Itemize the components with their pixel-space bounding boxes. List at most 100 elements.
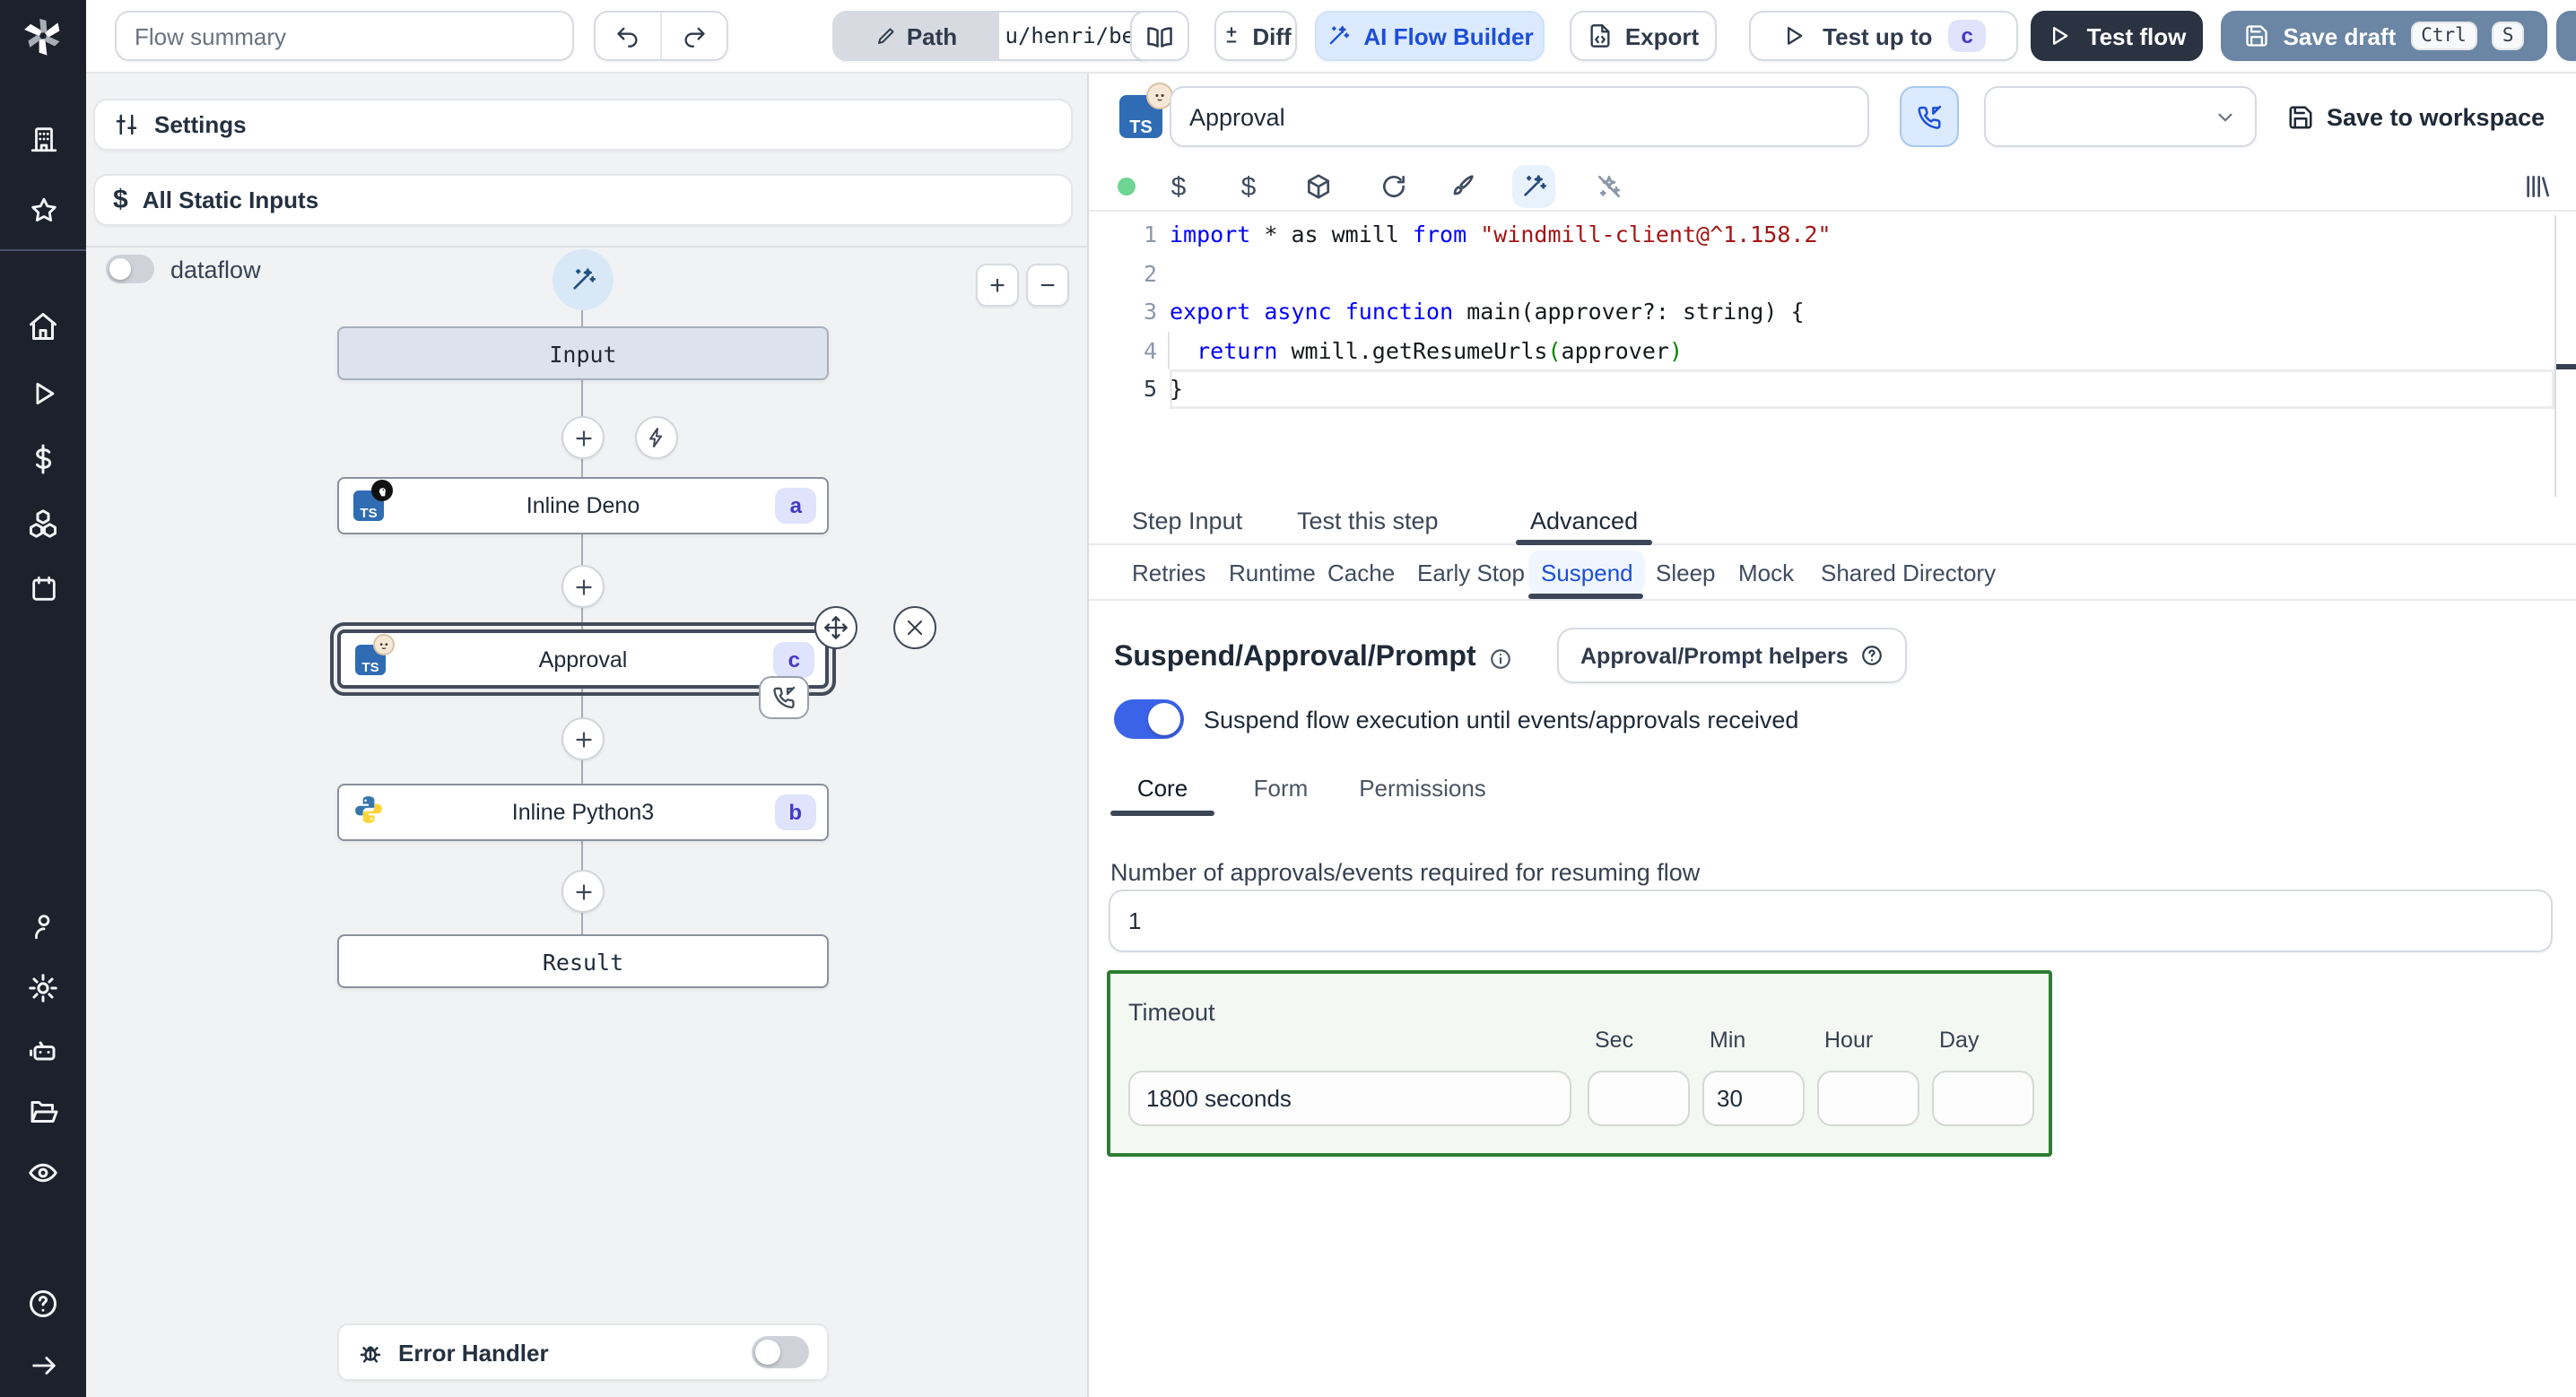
insert-step-button[interactable] xyxy=(561,565,605,608)
play-icon xyxy=(1788,27,1803,45)
flow-settings-row[interactable]: Settings xyxy=(93,99,1073,151)
tab-form[interactable]: Form xyxy=(1236,764,1326,811)
timeout-hour-input[interactable] xyxy=(1817,1071,1919,1126)
tab-core-active[interactable]: Core xyxy=(1110,764,1214,811)
ai-flow-builder-button[interactable]: AI Flow Builder xyxy=(1315,11,1545,61)
insert-step-button[interactable] xyxy=(561,870,605,913)
tab-sleep[interactable]: Sleep xyxy=(1643,551,1728,594)
schedules-calendar-icon[interactable] xyxy=(0,561,86,615)
tab-early-stop[interactable]: Early Stop xyxy=(1405,551,1537,594)
timeout-sec-input[interactable] xyxy=(1588,1071,1690,1126)
tab-runtime[interactable]: Runtime xyxy=(1216,551,1328,594)
flow-node-input[interactable]: Input xyxy=(337,326,829,380)
info-icon[interactable] xyxy=(1489,646,1512,670)
approval-prompt-helpers-button[interactable]: Approval/Prompt helpers xyxy=(1557,628,1908,683)
tab-cache[interactable]: Cache xyxy=(1315,551,1407,594)
users-icon[interactable] xyxy=(0,898,86,952)
windmill-logo-icon[interactable] xyxy=(0,7,86,65)
tab-advanced-active[interactable]: Advanced xyxy=(1530,497,1638,543)
zoom-in-button[interactable]: + xyxy=(976,264,1019,307)
workspace-icon[interactable] xyxy=(0,111,86,165)
suspend-phone-button[interactable] xyxy=(1900,86,1959,147)
path-edit-segment[interactable]: Path xyxy=(834,13,999,59)
resources-cubes-icon[interactable] xyxy=(0,497,86,551)
ai-assist-button[interactable] xyxy=(1512,165,1555,208)
tab-mock[interactable]: Mock xyxy=(1726,551,1806,594)
tab-test-this-step[interactable]: Test this step xyxy=(1297,497,1439,543)
code-token: main(approver?: string) { xyxy=(1453,298,1805,325)
format-button[interactable] xyxy=(1440,165,1484,208)
runs-play-icon[interactable] xyxy=(0,366,86,420)
audit-eye-icon[interactable] xyxy=(0,1146,86,1200)
reload-button[interactable] xyxy=(1372,165,1415,208)
toolbar-border xyxy=(1089,210,2576,212)
folders-icon[interactable] xyxy=(0,1085,86,1139)
test-up-to-label: Test up to xyxy=(1823,22,1933,49)
redo-button[interactable] xyxy=(662,13,727,59)
flow-node-step-a[interactable]: TS Inline Deno a xyxy=(337,477,829,534)
tab-shared-directory[interactable]: Shared Directory xyxy=(1808,551,2008,594)
error-handler-row[interactable]: Error Handler xyxy=(337,1323,829,1381)
dataflow-toggle[interactable] xyxy=(106,255,154,283)
path-control[interactable]: Path u/henri/bes xyxy=(832,11,1155,61)
tab-label: Form xyxy=(1253,774,1309,801)
flow-node-result[interactable]: Result xyxy=(337,934,829,988)
ai-gen-off-button[interactable] xyxy=(1588,165,1631,208)
diff-button[interactable]: Diff xyxy=(1214,11,1297,61)
test-flow-button[interactable]: Test flow xyxy=(2031,11,2203,61)
resource-picker-button[interactable]: $ xyxy=(1227,165,1270,208)
timeout-total-input[interactable] xyxy=(1128,1071,1571,1126)
code-line[interactable] xyxy=(1170,254,2554,292)
timeout-min-input[interactable] xyxy=(1702,1071,1805,1126)
zoom-out-button[interactable]: − xyxy=(1026,264,1069,307)
test-up-to-button[interactable]: Test up to c xyxy=(1749,11,2018,61)
help-icon[interactable] xyxy=(0,1277,86,1331)
tab-suspend-active[interactable]: Suspend xyxy=(1528,551,1646,594)
export-button[interactable]: Export xyxy=(1570,11,1717,61)
workers-robot-icon[interactable] xyxy=(0,1024,86,1078)
code-editor[interactable]: 1 2 3 4 5 import * as wmill from "windmill-c… xyxy=(1089,215,2556,497)
code-line[interactable]: return wmill.getResumeUrls(approver) xyxy=(1168,331,2554,369)
flow-node-step-c-selected[interactable]: TS Approval c xyxy=(330,622,836,696)
step-name-input[interactable] xyxy=(1170,86,1869,147)
save-draft-button[interactable]: Save draft Ctrl S xyxy=(2221,11,2547,61)
tab-retries[interactable]: Retries xyxy=(1119,551,1218,594)
variable-picker-button[interactable]: $ xyxy=(1157,165,1200,208)
flow-summary-input[interactable] xyxy=(115,11,574,61)
tab-step-input[interactable]: Step Input xyxy=(1132,497,1242,543)
flow-node-step-b[interactable]: Inline Python3 b xyxy=(337,784,829,841)
suspend-enable-toggle[interactable] xyxy=(1114,699,1184,739)
insert-step-button[interactable] xyxy=(561,717,605,760)
save-to-workspace-button[interactable]: Save to workspace xyxy=(2287,86,2545,147)
error-handler-toggle[interactable] xyxy=(752,1336,809,1368)
code-token: import xyxy=(1170,221,1251,247)
insert-step-button[interactable] xyxy=(561,416,605,459)
code-line[interactable]: import * as wmill from "windmill-client@… xyxy=(1170,215,2554,254)
variables-dollar-icon[interactable] xyxy=(0,432,86,486)
code-line[interactable]: } xyxy=(1170,369,2554,408)
docs-book-button[interactable] xyxy=(1130,11,1189,61)
trigger-bolt-button[interactable] xyxy=(635,416,678,459)
package-button[interactable] xyxy=(1297,165,1340,208)
timeout-day-input[interactable] xyxy=(1932,1071,2034,1126)
home-icon[interactable] xyxy=(0,299,86,353)
settings-gear-icon[interactable] xyxy=(0,961,86,1015)
code-line[interactable]: export async function main(approver?: st… xyxy=(1170,292,2554,331)
phone-incoming-icon xyxy=(773,686,796,709)
tab-permissions[interactable]: Permissions xyxy=(1347,764,1498,811)
approvals-count-input[interactable] xyxy=(1109,889,2553,952)
deploy-button-partial[interactable] xyxy=(2556,11,2576,61)
favorites-star-icon[interactable] xyxy=(0,183,86,237)
undo-button[interactable] xyxy=(596,13,660,59)
all-static-inputs-row[interactable]: $ All Static Inputs xyxy=(93,174,1073,226)
approval-phone-badge[interactable] xyxy=(759,676,809,719)
active-core-underline xyxy=(1110,811,1214,816)
script-version-select[interactable] xyxy=(1984,86,2257,147)
ai-builder-node-button[interactable] xyxy=(553,249,614,310)
delete-node-button[interactable] xyxy=(893,606,936,649)
overview-ruler-cursor-mark xyxy=(2556,364,2576,369)
move-node-button[interactable] xyxy=(814,606,857,649)
library-button[interactable] xyxy=(2515,165,2558,208)
collapse-arrow-icon[interactable] xyxy=(0,1338,86,1392)
